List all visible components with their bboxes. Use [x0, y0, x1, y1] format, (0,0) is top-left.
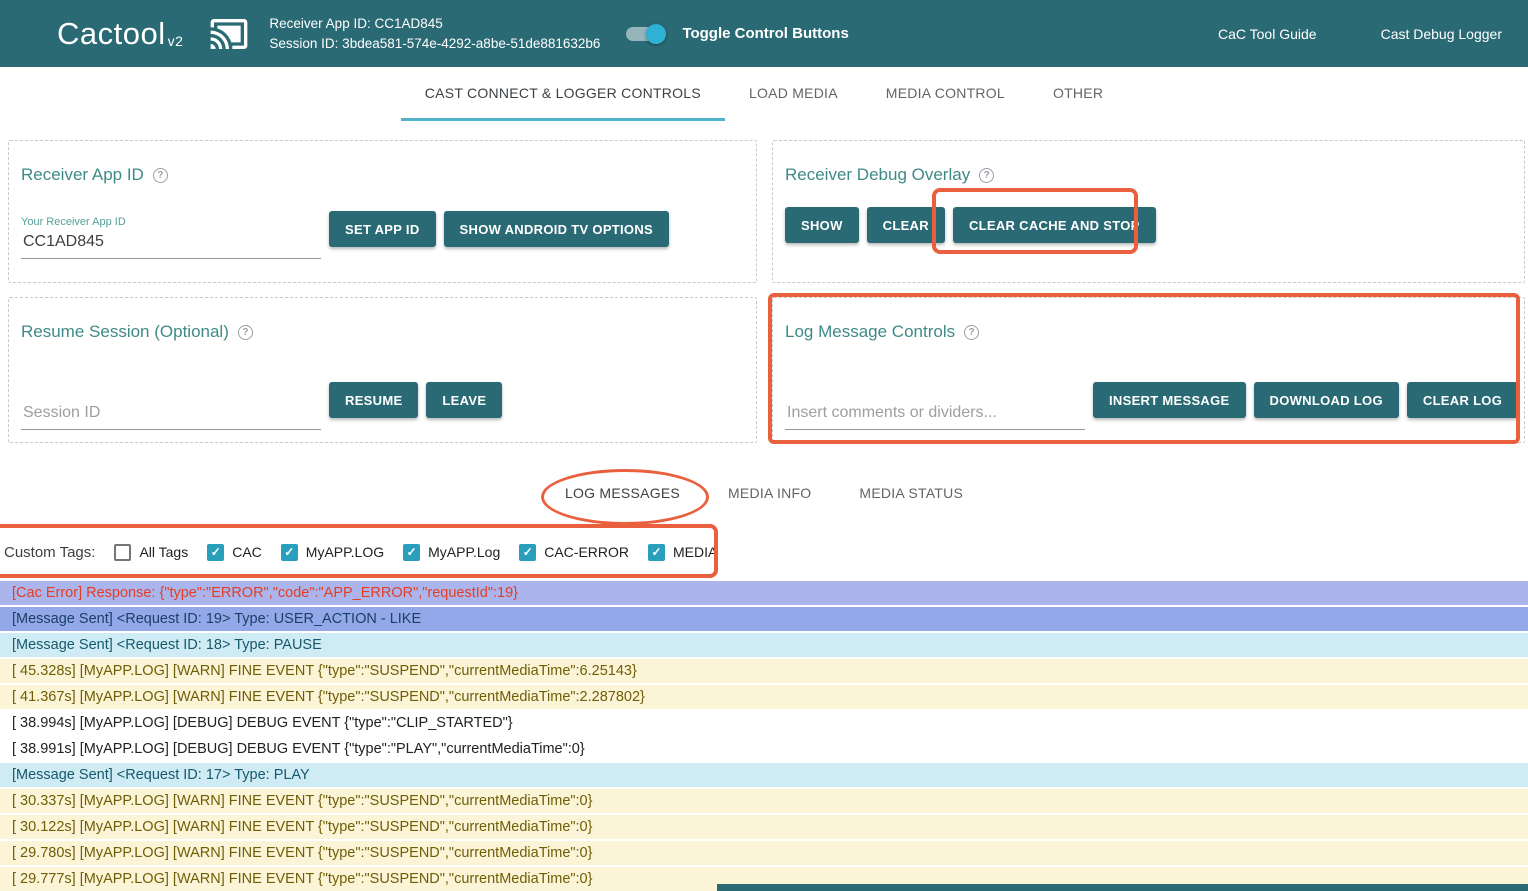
app-id-input[interactable]: [21, 228, 321, 259]
tag-label: MyAPP.Log: [428, 544, 500, 560]
receiver-app-id-text: Receiver App ID: CC1AD845: [269, 14, 600, 34]
log-row: [Message Sent] <Request ID: 17> Type: PL…: [0, 763, 1528, 787]
log-row: [ 38.991s] [MyAPP.LOG] [DEBUG] DEBUG EVE…: [0, 737, 1528, 761]
app-logo: Cactoolv2: [57, 16, 183, 52]
link-cac-tool-guide[interactable]: CaC Tool Guide: [1218, 26, 1317, 42]
panel-title: Log Message Controls: [785, 322, 1512, 342]
clear-overlay-button[interactable]: CLEAR: [867, 207, 945, 243]
app-logo-version: v2: [168, 33, 184, 49]
panel-receiver-debug-overlay: Receiver Debug Overlay SHOW CLEAR CLEAR …: [772, 140, 1525, 283]
app-id-input-label: Your Receiver App ID: [21, 216, 321, 228]
insert-message-button[interactable]: INSERT MESSAGE: [1093, 382, 1246, 418]
tab-other[interactable]: OTHER: [1029, 67, 1127, 121]
panel-title-text: Receiver App ID: [21, 165, 144, 185]
clear-log-button[interactable]: CLEAR LOG: [1407, 382, 1518, 418]
panel-log-message-controls: Log Message Controls INSERT MESSAGE DOWN…: [772, 297, 1525, 443]
tag-label: CAC-ERROR: [544, 544, 629, 560]
tab-media-control[interactable]: MEDIA CONTROL: [862, 67, 1029, 121]
controls-grid: Receiver App ID Your Receiver App ID SET…: [0, 121, 1528, 443]
tag-label: CAC: [232, 544, 262, 560]
tab-media-info[interactable]: MEDIA INFO: [704, 463, 835, 523]
main-tabbar: CAST CONNECT & LOGGER CONTROLS LOAD MEDI…: [0, 67, 1528, 121]
tag-all-tags[interactable]: All Tags: [114, 544, 188, 561]
custom-tags-label: Custom Tags:: [4, 544, 95, 561]
log-row: [ 45.328s] [MyAPP.LOG] [WARN] FINE EVENT…: [0, 659, 1528, 683]
log-tabbar: LOG MESSAGES MEDIA INFO MEDIA STATUS: [0, 463, 1528, 523]
panel-title: Receiver App ID: [21, 165, 744, 185]
checkbox-checked-icon[interactable]: [519, 544, 536, 561]
tab-cast-connect-logger-controls[interactable]: CAST CONNECT & LOGGER CONTROLS: [401, 67, 725, 121]
tag-cac-error[interactable]: CAC-ERROR: [519, 544, 629, 561]
control-buttons-toggle[interactable]: [626, 24, 666, 44]
help-icon[interactable]: [979, 168, 994, 183]
tag-myapp-log-upper[interactable]: MyAPP.LOG: [281, 544, 384, 561]
tag-cac[interactable]: CAC: [207, 544, 262, 561]
help-icon[interactable]: [153, 168, 168, 183]
log-row: [Cac Error] Response: {"type":"ERROR","c…: [0, 581, 1528, 605]
tag-myapp-log-mixed[interactable]: MyAPP.Log: [403, 544, 500, 561]
leave-button[interactable]: LEAVE: [426, 382, 502, 418]
panel-resume-session: Resume Session (Optional) RESUME LEAVE: [8, 297, 757, 443]
log-comment-input-group: [785, 399, 1085, 430]
tab-load-media[interactable]: LOAD MEDIA: [725, 67, 862, 121]
show-android-tv-options-button[interactable]: SHOW ANDROID TV OPTIONS: [444, 211, 669, 247]
download-log-button[interactable]: DOWNLOAD LOG: [1254, 382, 1399, 418]
help-icon[interactable]: [238, 325, 253, 340]
log-comment-input[interactable]: [785, 399, 1085, 430]
log-row: [Message Sent] <Request ID: 18> Type: PA…: [0, 633, 1528, 657]
panel-title-text: Receiver Debug Overlay: [785, 165, 970, 185]
cast-icon: [205, 14, 253, 54]
help-icon[interactable]: [964, 325, 979, 340]
footer-strip: [717, 884, 1528, 891]
session-id-input-group: [21, 399, 321, 430]
checkbox-checked-icon[interactable]: [207, 544, 224, 561]
log-row: [ 30.337s] [MyAPP.LOG] [WARN] FINE EVENT…: [0, 789, 1528, 813]
checkbox-checked-icon[interactable]: [648, 544, 665, 561]
log-row: [ 41.367s] [MyAPP.LOG] [WARN] FINE EVENT…: [0, 685, 1528, 709]
log-row: [ 29.780s] [MyAPP.LOG] [WARN] FINE EVENT…: [0, 841, 1528, 865]
session-info: Receiver App ID: CC1AD845 Session ID: 3b…: [269, 14, 600, 54]
log-row: [ 38.994s] [MyAPP.LOG] [DEBUG] DEBUG EVE…: [0, 711, 1528, 735]
checkbox-checked-icon[interactable]: [281, 544, 298, 561]
app-logo-text: Cactool: [57, 16, 166, 51]
tab-media-status[interactable]: MEDIA STATUS: [835, 463, 987, 523]
tag-media[interactable]: MEDIA: [648, 544, 717, 561]
panel-title-text: Log Message Controls: [785, 322, 955, 342]
app-id-input-group: Your Receiver App ID: [21, 216, 321, 259]
log-message-list: [Cac Error] Response: {"type":"ERROR","c…: [0, 581, 1528, 891]
checkbox-checked-icon[interactable]: [403, 544, 420, 561]
tag-label: All Tags: [139, 544, 188, 560]
log-row: [Message Sent] <Request ID: 19> Type: US…: [0, 607, 1528, 631]
link-cast-debug-logger[interactable]: Cast Debug Logger: [1381, 26, 1502, 42]
resume-button[interactable]: RESUME: [329, 382, 418, 418]
tag-label: MEDIA: [673, 544, 717, 560]
tab-log-messages[interactable]: LOG MESSAGES: [541, 463, 704, 523]
panel-receiver-app-id: Receiver App ID Your Receiver App ID SET…: [8, 140, 757, 283]
session-id-text: Session ID: 3bdea581-574e-4292-a8be-51de…: [269, 34, 600, 54]
tag-label: MyAPP.LOG: [306, 544, 384, 560]
app-header: Cactoolv2 Receiver App ID: CC1AD845 Sess…: [0, 0, 1528, 67]
clear-cache-and-stop-button[interactable]: CLEAR CACHE AND STOP: [953, 207, 1156, 243]
set-app-id-button[interactable]: SET APP ID: [329, 211, 436, 247]
custom-tags-row: Custom Tags: All Tags CAC MyAPP.LOG MyAP…: [0, 527, 1528, 577]
panel-title: Receiver Debug Overlay: [785, 165, 1512, 185]
panel-title-text: Resume Session (Optional): [21, 322, 229, 342]
panel-title: Resume Session (Optional): [21, 322, 744, 342]
show-overlay-button[interactable]: SHOW: [785, 207, 859, 243]
toggle-thumb: [646, 24, 666, 44]
toggle-label: Toggle Control Buttons: [682, 25, 848, 42]
log-row: [ 30.122s] [MyAPP.LOG] [WARN] FINE EVENT…: [0, 815, 1528, 839]
checkbox-unchecked-icon[interactable]: [114, 544, 131, 561]
session-id-input[interactable]: [21, 399, 321, 430]
